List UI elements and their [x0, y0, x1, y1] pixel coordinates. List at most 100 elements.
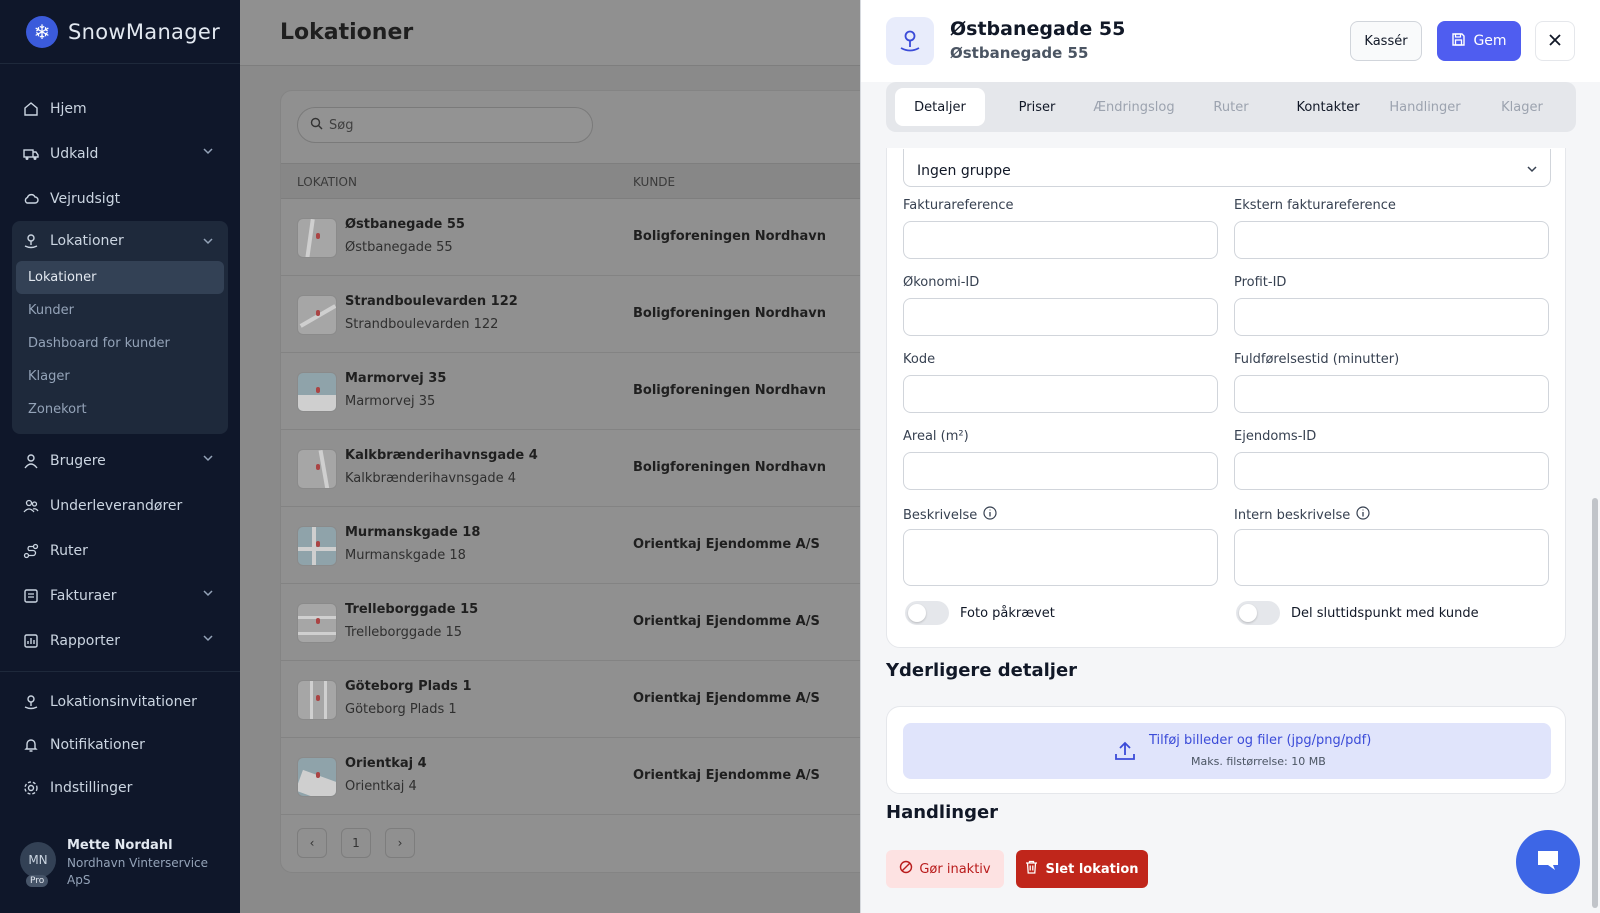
label-ekstern-fakturareference: Ekstern fakturareference	[1234, 198, 1396, 213]
plan-badge: Pro	[26, 875, 49, 887]
chevron-down-icon	[202, 632, 214, 648]
map-thumbnail	[297, 372, 337, 412]
table-row[interactable]: Murmanskgade 18 Murmanskgade 18 Orientka…	[281, 507, 881, 584]
tab-kontakter[interactable]: Kontakter	[1283, 88, 1373, 126]
save-label: Gem	[1473, 33, 1507, 49]
sidebar-subitem-lokationer[interactable]: Lokationer	[16, 261, 224, 294]
sidebar-item-brugere[interactable]: Brugere	[12, 438, 228, 483]
fakturareference-input[interactable]	[903, 221, 1218, 259]
location-icon	[22, 232, 40, 250]
location-name: Orientkaj 4	[345, 756, 427, 771]
drawer-scroll-area: Ingen gruppe Fakturareference Ekstern fa…	[861, 148, 1600, 913]
table-row[interactable]: Göteborg Plads 1 Göteborg Plads 1 Orient…	[281, 661, 881, 738]
deactivate-label: Gør inaktiv	[919, 861, 991, 877]
fuldforelsestid-input[interactable]	[1234, 375, 1549, 413]
okonomi-id-input[interactable]	[903, 298, 1218, 336]
group-select[interactable]: Ingen gruppe	[903, 149, 1551, 187]
sidebar-item-underleverandorer[interactable]: Underleverandører	[12, 483, 228, 528]
customer-name: Orientkaj Ejendomme A/S	[633, 537, 820, 552]
page-header: Lokationer	[240, 0, 860, 66]
beskrivelse-textarea[interactable]	[903, 529, 1218, 586]
ejendoms-id-input[interactable]	[1234, 452, 1549, 490]
upload-size-hint: Maks. filstørrelse: 10 MB	[1191, 755, 1326, 768]
areal-input[interactable]	[903, 452, 1218, 490]
pager-prev-button[interactable]: ‹	[297, 828, 327, 858]
table-row[interactable]: Strandboulevarden 122 Strandboulevarden …	[281, 276, 881, 353]
user-company: Nordhavn Vinterservice ApS	[67, 856, 209, 887]
sidebar-subitem-kunder[interactable]: Kunder	[16, 294, 224, 327]
drawer-title: Østbanegade 55	[950, 18, 1126, 40]
location-name: Kalkbrænderihavnsgade 4	[345, 448, 538, 463]
tab-priser[interactable]: Priser	[992, 88, 1082, 126]
customer-name: Orientkaj Ejendomme A/S	[633, 768, 820, 783]
sidebar-item-hjem[interactable]: Hjem	[12, 86, 228, 131]
location-name: Strandboulevarden 122	[345, 294, 518, 309]
info-icon[interactable]	[983, 506, 997, 524]
drawer-scrollbar[interactable]	[1592, 148, 1598, 913]
info-icon[interactable]	[1356, 506, 1370, 524]
tab-handlinger[interactable]: Handlinger	[1380, 88, 1470, 126]
sidebar-item-lokationer[interactable]: Lokationer	[12, 221, 228, 261]
sidebar-group-lokationer: Lokationer Lokationer Kunder Dashboard f…	[12, 221, 228, 434]
sidebar-item-notifikationer[interactable]: Notifikationer	[12, 723, 228, 766]
kode-input[interactable]	[903, 375, 1218, 413]
tab-aendringslog[interactable]: Ændringslog	[1089, 88, 1179, 126]
user-profile[interactable]: MN Pro Mette Nordahl Nordhavn Vinterserv…	[20, 838, 217, 889]
chat-button[interactable]	[1516, 830, 1580, 894]
label-fuldforelsestid: Fuldførelsestid (minutter)	[1234, 352, 1400, 367]
foto-pakraevet-toggle[interactable]	[905, 601, 949, 625]
label-areal: Areal (m²)	[903, 429, 969, 444]
sidebar-item-indstillinger[interactable]: Indstillinger	[12, 766, 228, 809]
pager-page-button[interactable]: 1	[341, 828, 371, 858]
location-address: Østbanegade 55	[345, 240, 453, 255]
sidebar-item-lokationsinvitationer[interactable]: Lokationsinvitationer	[12, 680, 228, 723]
section-title-handlinger: Handlinger	[886, 802, 999, 823]
sidebar-item-label: Lokationer	[50, 233, 124, 249]
location-address: Murmanskgade 18	[345, 548, 466, 563]
sidebar-nav: Hjem Udkald Vejrudsigt Lokationer Lokati…	[0, 64, 240, 809]
chat-icon	[1535, 848, 1561, 876]
sidebar-item-rapporter[interactable]: Rapporter	[12, 618, 228, 663]
sidebar-item-fakturaer[interactable]: Fakturaer	[12, 573, 228, 618]
ekstern-fakturareference-input[interactable]	[1234, 221, 1549, 259]
location-invite-icon	[22, 693, 40, 711]
cloud-icon	[22, 190, 40, 208]
gear-icon	[22, 779, 40, 797]
tab-ruter[interactable]: Ruter	[1186, 88, 1276, 126]
delete-location-button[interactable]: Slet lokation	[1016, 850, 1148, 888]
customer-name: Boligforeningen Nordhavn	[633, 460, 827, 475]
sidebar-item-label: Fakturaer	[50, 587, 117, 604]
locations-table-card: Søg LOKATION KUNDE Østbanegade 55 Østban…	[280, 90, 881, 873]
close-button[interactable]	[1535, 21, 1575, 61]
table-row[interactable]: Kalkbrænderihavnsgade 4 Kalkbrænderihavn…	[281, 430, 881, 507]
table-row[interactable]: Østbanegade 55 Østbanegade 55 Boligforen…	[281, 199, 881, 276]
customer-name: Orientkaj Ejendomme A/S	[633, 614, 820, 629]
table-row[interactable]: Orientkaj 4 Orientkaj 4 Orientkaj Ejendo…	[281, 738, 881, 815]
search-input[interactable]: Søg	[297, 107, 593, 143]
sidebar-subitem-klager[interactable]: Klager	[16, 360, 224, 393]
cancel-button[interactable]: Kassér	[1350, 21, 1422, 61]
drawer-subtitle: Østbanegade 55	[950, 44, 1089, 62]
app-logo[interactable]: ❄ SnowManager	[0, 0, 240, 64]
del-sluttidspunkt-toggle[interactable]	[1236, 601, 1280, 625]
sidebar-subitem-dashboard[interactable]: Dashboard for kunder	[16, 327, 224, 360]
close-icon	[1548, 32, 1562, 51]
pager-next-button[interactable]: ›	[385, 828, 415, 858]
sidebar-subitem-zonekort[interactable]: Zonekort	[16, 393, 224, 426]
tab-detaljer[interactable]: Detaljer	[895, 88, 985, 126]
sidebar-item-udkald[interactable]: Udkald	[12, 131, 228, 176]
file-upload-dropzone[interactable]: Tilføj billeder og filer (jpg/png/pdf) M…	[903, 723, 1551, 779]
deactivate-button[interactable]: Gør inaktiv	[886, 850, 1004, 888]
chevron-down-icon	[202, 587, 214, 603]
sidebar-item-label: Indstillinger	[50, 779, 133, 796]
sidebar-item-vejrudsigt[interactable]: Vejrudsigt	[12, 176, 228, 221]
tab-klager[interactable]: Klager	[1477, 88, 1567, 126]
profit-id-input[interactable]	[1234, 298, 1549, 336]
save-button[interactable]: Gem	[1437, 21, 1521, 61]
intern-beskrivelse-textarea[interactable]	[1234, 529, 1549, 586]
location-address: Göteborg Plads 1	[345, 702, 457, 717]
scrollbar-thumb[interactable]	[1592, 498, 1598, 908]
sidebar-item-ruter[interactable]: Ruter	[12, 528, 228, 573]
table-row[interactable]: Trelleborggade 15 Trelleborggade 15 Orie…	[281, 584, 881, 661]
table-row[interactable]: Marmorvej 35 Marmorvej 35 Boligforeninge…	[281, 353, 881, 430]
